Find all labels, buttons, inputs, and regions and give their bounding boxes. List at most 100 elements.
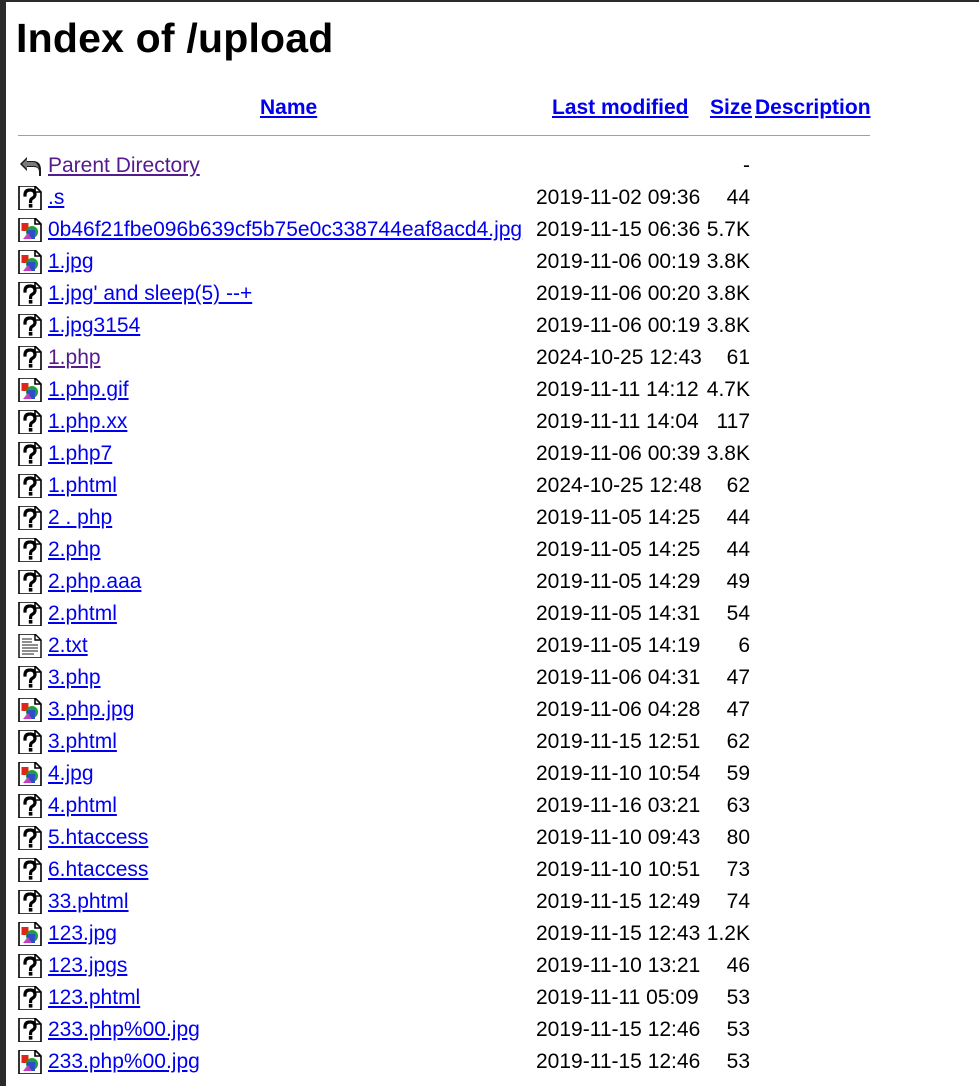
table-row: 4.jpg 2019-11-10 10:54 59 <box>0 758 979 790</box>
file-link[interactable]: 4.jpg <box>48 758 94 790</box>
file-link[interactable]: 123.jpg <box>48 918 117 950</box>
file-link[interactable]: 2.txt <box>48 630 88 662</box>
table-row: 123.jpg 2019-11-15 12:43 1.2K <box>0 918 979 950</box>
unknown-icon <box>18 473 42 499</box>
table-row: 3.php.jpg 2019-11-06 04:28 47 <box>0 694 979 726</box>
table-row: 0b46f21fbe096b639cf5b75e0c338744eaf8acd4… <box>0 214 979 246</box>
image-icon <box>18 761 42 787</box>
table-row: 123.jpgs 2019-11-10 13:21 46 <box>0 950 979 982</box>
file-size: 44 <box>726 538 750 561</box>
file-last-modified: 2019-11-06 04:28 <box>536 698 701 721</box>
file-last-modified: 2019-11-05 14:19 <box>536 634 701 657</box>
table-row: 4.phtml 2019-11-16 03:21 63 <box>0 790 979 822</box>
image-icon <box>18 217 42 243</box>
file-link[interactable]: 2 . php <box>48 502 112 534</box>
file-last-modified: 2019-11-05 14:29 <box>536 570 701 593</box>
sort-by-description-link[interactable]: Description <box>755 96 871 119</box>
table-row: 2 . php 2019-11-05 14:25 44 <box>0 502 979 534</box>
image-icon <box>18 249 42 275</box>
unknown-icon <box>18 729 42 755</box>
file-size: 6 <box>738 634 750 657</box>
file-size: 46 <box>726 954 750 977</box>
image-icon <box>18 1049 42 1075</box>
header-divider <box>18 135 870 136</box>
file-size: 49 <box>726 570 750 593</box>
file-last-modified: 2019-11-16 03:21 <box>536 794 701 817</box>
file-link[interactable]: 3.php.jpg <box>48 694 134 726</box>
unknown-icon <box>18 281 42 307</box>
file-last-modified: 2019-11-15 12:46 <box>536 1050 701 1073</box>
table-row: 1.phtml 2024-10-25 12:48 62 <box>0 470 979 502</box>
file-link[interactable]: 1.jpg' and sleep(5) --+ <box>48 278 252 310</box>
file-last-modified: 2019-11-11 14:04 <box>536 410 699 433</box>
table-row: 6.htaccess 2019-11-10 10:51 73 <box>0 854 979 886</box>
file-last-modified: 2024-10-25 12:43 <box>536 346 702 369</box>
table-row: 33.phtml 2019-11-15 12:49 74 <box>0 886 979 918</box>
table-row: 233.php%00.jpg 2019-11-15 12:46 53 <box>0 1014 979 1046</box>
file-link[interactable]: 2.php <box>48 534 101 566</box>
file-link[interactable]: 3.phtml <box>48 726 117 758</box>
sort-by-name-link[interactable]: Name <box>260 96 317 119</box>
table-row: 1.php.xx 2019-11-11 14:04 117 <box>0 406 979 438</box>
file-last-modified: 2019-11-15 12:43 <box>536 922 701 945</box>
file-link[interactable]: 1.jpg <box>48 246 94 278</box>
column-header-name: Name <box>260 94 317 122</box>
table-row: 1.jpg 2019-11-06 00:19 3.8K <box>0 246 979 278</box>
file-size: 47 <box>726 698 750 721</box>
unknown-icon <box>18 953 42 979</box>
file-link[interactable]: 1.php7 <box>48 438 112 470</box>
file-link[interactable]: 1.php.gif <box>48 374 129 406</box>
table-row: 2.php.aaa 2019-11-05 14:29 49 <box>0 566 979 598</box>
table-row: 2.php 2019-11-05 14:25 44 <box>0 534 979 566</box>
file-link[interactable]: 6.htaccess <box>48 854 148 886</box>
file-link[interactable]: 233.php%00.jpg <box>48 1014 200 1046</box>
file-last-modified: 2019-11-02 09:36 <box>536 186 701 209</box>
file-link[interactable]: 1.jpg3154 <box>48 310 140 342</box>
file-last-modified: 2019-11-10 09:43 <box>536 826 701 849</box>
file-link[interactable]: 3.php <box>48 662 101 694</box>
table-row: 3.php 2019-11-06 04:31 47 <box>0 662 979 694</box>
table-row: 2.txt 2019-11-05 14:19 6 <box>0 630 979 662</box>
file-size: 44 <box>726 186 750 209</box>
parent-directory-link[interactable]: Parent Directory <box>48 150 200 182</box>
file-size: 3.8K <box>706 314 750 337</box>
file-size: 3.8K <box>706 442 750 465</box>
unknown-icon <box>18 409 42 435</box>
file-link[interactable]: 1.php <box>48 342 101 374</box>
file-size: 53 <box>726 1050 750 1073</box>
file-link[interactable]: 4.phtml <box>48 790 117 822</box>
file-size: - <box>743 154 750 177</box>
file-link[interactable]: 233.php%00.jpg <box>48 1046 200 1078</box>
table-row: 5.htaccess 2019-11-10 09:43 80 <box>0 822 979 854</box>
unknown-icon <box>18 665 42 691</box>
file-size: 47 <box>726 666 750 689</box>
file-link[interactable]: 33.phtml <box>48 886 129 918</box>
file-size: 53 <box>726 1018 750 1041</box>
unknown-icon <box>18 441 42 467</box>
file-link[interactable]: 2.php.aaa <box>48 566 141 598</box>
file-size: 3.8K <box>706 250 750 273</box>
file-last-modified: 2019-11-15 12:49 <box>536 890 701 913</box>
file-link[interactable]: 0b46f21fbe096b639cf5b75e0c338744eaf8acd4… <box>48 214 522 246</box>
sort-by-size-link[interactable]: Size <box>710 96 752 119</box>
unknown-icon <box>18 185 42 211</box>
file-last-modified: 2019-11-06 00:39 <box>536 442 701 465</box>
table-row: .s 2019-11-02 09:36 44 <box>0 182 979 214</box>
sort-by-last-modified-link[interactable]: Last modified <box>552 96 689 119</box>
file-link[interactable]: .s <box>48 182 64 214</box>
file-size: 1.2K <box>706 922 750 945</box>
file-last-modified: 2019-11-15 12:51 <box>536 730 701 753</box>
file-link[interactable]: 123.phtml <box>48 982 140 1014</box>
file-link[interactable]: 5.htaccess <box>48 822 148 854</box>
file-size: 62 <box>726 474 750 497</box>
file-link[interactable]: 1.phtml <box>48 470 117 502</box>
file-size: 61 <box>726 346 750 369</box>
column-header-last-modified: Last modified <box>552 94 689 122</box>
table-row: 1.jpg3154 2019-11-06 00:19 3.8K <box>0 310 979 342</box>
file-link[interactable]: 2.phtml <box>48 598 117 630</box>
file-last-modified: 2019-11-15 12:46 <box>536 1018 701 1041</box>
unknown-icon <box>18 505 42 531</box>
table-row: 1.php 2024-10-25 12:43 61 <box>0 342 979 374</box>
file-link[interactable]: 123.jpgs <box>48 950 127 982</box>
file-link[interactable]: 1.php.xx <box>48 406 127 438</box>
